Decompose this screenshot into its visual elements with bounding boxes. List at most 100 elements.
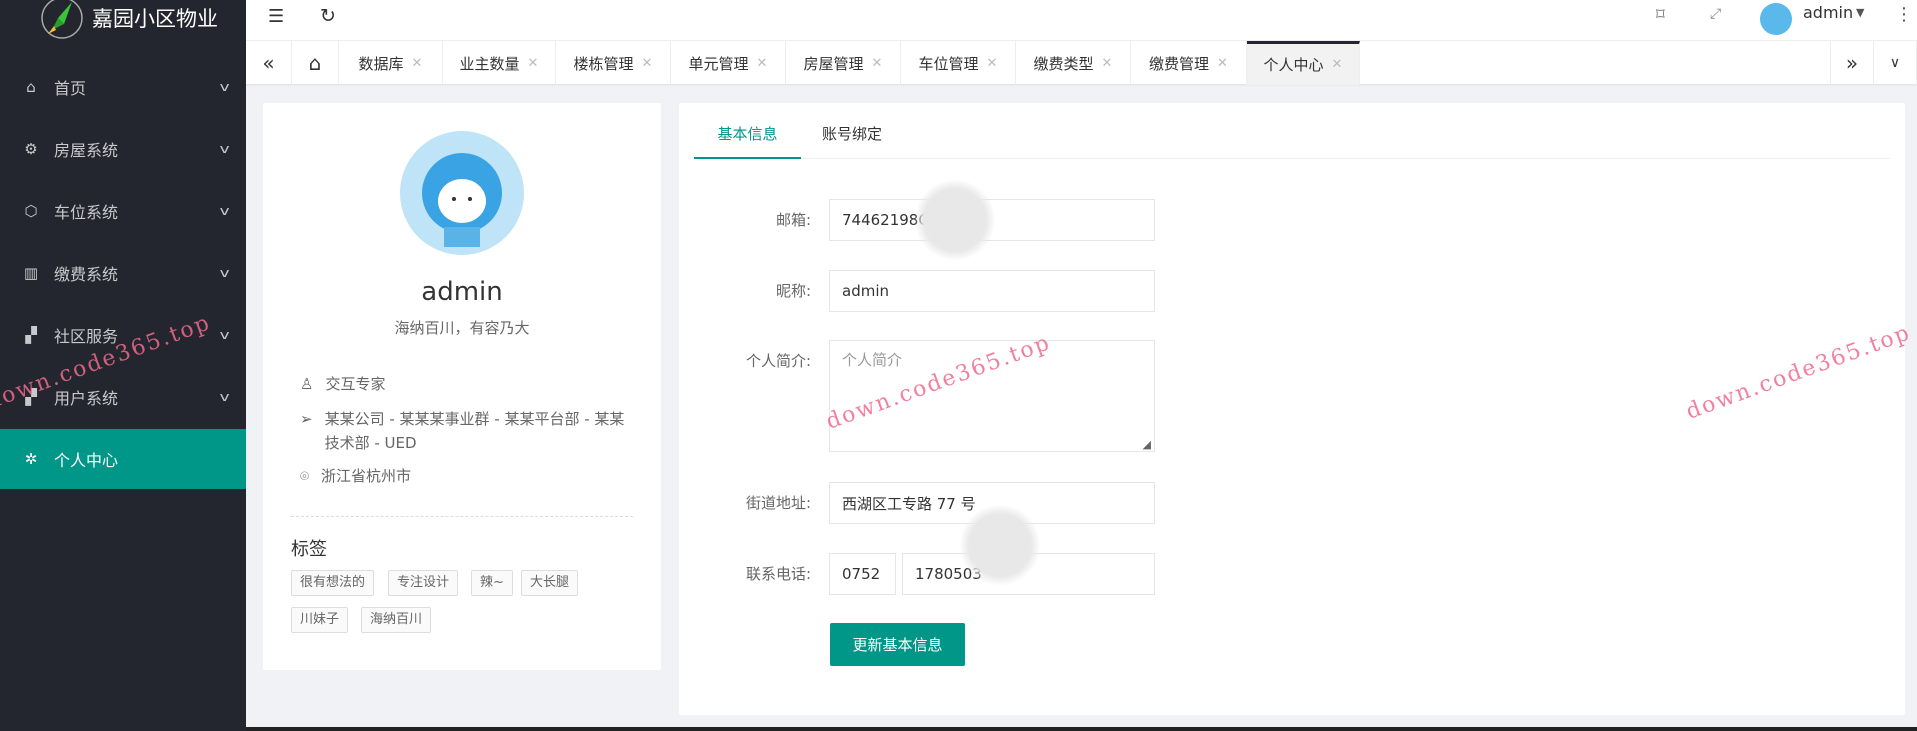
redaction-blur (915, 180, 995, 260)
sidebar-item-home[interactable]: ⌂ 首页 v (0, 56, 246, 118)
fullscreen-icon[interactable]: ⤢ (1710, 6, 1721, 22)
bottom-edge (246, 727, 1917, 731)
nickname-field[interactable]: admin (829, 270, 1155, 312)
user-avatar[interactable] (1760, 3, 1792, 35)
home-tab[interactable]: ⌂ (292, 41, 339, 85)
cube-icon: ⬡ (24, 202, 38, 220)
bio-textarea[interactable]: 个人简介 ◢ (829, 340, 1155, 452)
close-icon[interactable]: ✕ (757, 56, 768, 71)
profile-motto: 海纳百川，有容乃大 (394, 319, 530, 337)
close-icon[interactable]: ✕ (1332, 57, 1343, 72)
tab-units[interactable]: 单元管理 ✕ (671, 41, 786, 85)
tag: 川妹子 (291, 607, 349, 633)
sidebar-item-parking[interactable]: ⬡ 车位系统 v (0, 180, 246, 242)
address-value: 西湖区工专路 77 号 (842, 494, 976, 513)
update-info-button[interactable]: 更新基本信息 (830, 623, 965, 666)
sidebar-item-users[interactable]: ▞ 用户系统 v (0, 366, 246, 428)
sidebar-item-payment[interactable]: ▥ 缴费系统 v (0, 242, 246, 304)
tab-account-binding[interactable]: 账号绑定 (822, 123, 882, 144)
resize-handle-icon[interactable]: ◢ (1143, 438, 1151, 451)
tag: 大长腿 (521, 570, 579, 596)
top-header: ☰ ↻ ⌑ ⤢ admin ▼ ⋮ (246, 0, 1917, 40)
tab-menu-dropdown[interactable]: ∨ (1874, 41, 1917, 85)
sidebar-item-label: 用户系统 (54, 389, 119, 408)
app-title: 嘉园小区物业 (92, 7, 218, 31)
sidebar: 嘉园小区物业 ⌂ 首页 v ⚙ 房屋系统 v ⬡ 车位系统 v ▥ 缴费系统 v ▞ 社区服务 v … (0, 0, 246, 731)
tab-database[interactable]: 数据库 ✕ (339, 41, 443, 85)
sidebar-item-label: 首页 (54, 79, 87, 98)
scroll-right-button[interactable]: » (1830, 41, 1874, 85)
tag: 辣~ (471, 570, 513, 596)
rocket-logo-icon (41, 0, 83, 39)
tab-basic-info[interactable]: 基本信息 (694, 123, 801, 159)
info-org: ➢ 某某公司 - 某某某事业群 - 某某平台部 - 某某技术部 - UED (300, 407, 630, 455)
close-icon[interactable]: ✕ (412, 56, 423, 71)
tab-houses[interactable]: 房屋管理 ✕ (786, 41, 901, 85)
tag: 海纳百川 (361, 607, 432, 633)
info-title: ♙ 交互专家 (300, 372, 630, 396)
info-text: 某某公司 - 某某某事业群 - 某某平台部 - 某某技术部 - UED (324, 410, 625, 452)
home-icon: ⌂ (308, 51, 322, 75)
chevron-down-icon: v (219, 390, 230, 404)
send-icon: ➢ (300, 410, 313, 428)
tab-profile[interactable]: 个人中心 ✕ (1247, 41, 1360, 85)
scroll-left-button[interactable]: « (246, 41, 292, 85)
close-icon[interactable]: ✕ (872, 56, 883, 71)
book-icon: ▥ (23, 264, 39, 282)
sidebar-item-label: 个人中心 (54, 451, 119, 470)
refresh-icon[interactable]: ↻ (320, 5, 336, 27)
tab-fee-types[interactable]: 缴费类型 ✕ (1016, 41, 1131, 85)
tab-divider (695, 158, 1890, 159)
divider (291, 516, 633, 517)
logo[interactable]: 嘉园小区物业 (38, 0, 218, 42)
close-icon[interactable]: ✕ (1217, 56, 1228, 71)
tab-label: 房屋管理 (803, 54, 864, 73)
tab-label: 业主数量 (459, 54, 520, 73)
tab-parking[interactable]: 车位管理 ✕ (901, 41, 1016, 85)
chevron-down-icon: v (219, 204, 230, 218)
tab-label: 单元管理 (688, 54, 749, 73)
nickname-label: 昵称: (775, 282, 811, 300)
apps-icon: ▞ (25, 326, 37, 344)
home-icon: ⌂ (26, 78, 36, 96)
sidebar-item-housing[interactable]: ⚙ 房屋系统 v (0, 118, 246, 180)
close-icon[interactable]: ✕ (528, 56, 539, 71)
tab-label: 车位管理 (918, 54, 979, 73)
tag: 专注设计 (388, 570, 459, 596)
tab-owners[interactable]: 业主数量 ✕ (443, 41, 556, 85)
chevron-down-icon: v (219, 266, 230, 280)
tag-icon[interactable]: ⌑ (1656, 5, 1665, 25)
email-label: 邮箱: (775, 211, 811, 229)
nickname-value: admin (842, 282, 889, 300)
tab-label: 楼栋管理 (573, 54, 634, 73)
close-icon[interactable]: ✕ (1102, 56, 1113, 71)
info-location: ⌾ 浙江省杭州市 (300, 464, 630, 488)
sidebar-item-label: 车位系统 (54, 203, 119, 222)
tab-fees[interactable]: 缴费管理 ✕ (1131, 41, 1247, 85)
bio-placeholder: 个人简介 (842, 351, 903, 369)
close-icon[interactable]: ✕ (642, 56, 653, 71)
tag: 很有想法的 (291, 570, 375, 596)
close-icon[interactable]: ✕ (987, 56, 998, 71)
username[interactable]: admin (1803, 3, 1853, 22)
caret-down-icon[interactable]: ▼ (1856, 6, 1864, 19)
sidebar-item-profile[interactable]: ✲ 个人中心 (0, 429, 246, 489)
area-code-value: 0752 (842, 565, 881, 583)
tab-label: 数据库 (358, 54, 404, 73)
area-code-field[interactable]: 0752 (829, 553, 896, 595)
tab-bar: « ⌂ 数据库 ✕ 业主数量 ✕ 楼栋管理 ✕ 单元管理 ✕ 房屋管理 ✕ 车位管理 ✕ 缴… (246, 40, 1917, 85)
sidebar-item-label: 社区服务 (54, 327, 119, 346)
info-text: 浙江省杭州市 (321, 467, 412, 485)
gear-icon: ⚙ (24, 140, 38, 158)
info-text: 交互专家 (325, 375, 386, 393)
sidebar-item-community[interactable]: ▞ 社区服务 v (0, 304, 246, 366)
redaction-blur (960, 505, 1040, 585)
fold-menu-icon[interactable]: ☰ (268, 6, 284, 27)
profile-avatar (400, 131, 524, 255)
settings-icon: ✲ (24, 450, 38, 468)
location-icon: ⌾ (300, 467, 310, 485)
address-label: 街道地址: (745, 494, 811, 512)
tab-buildings[interactable]: 楼栋管理 ✕ (556, 41, 671, 85)
sidebar-item-label: 缴费系统 (54, 265, 119, 284)
more-icon[interactable]: ⋮ (1895, 4, 1913, 25)
